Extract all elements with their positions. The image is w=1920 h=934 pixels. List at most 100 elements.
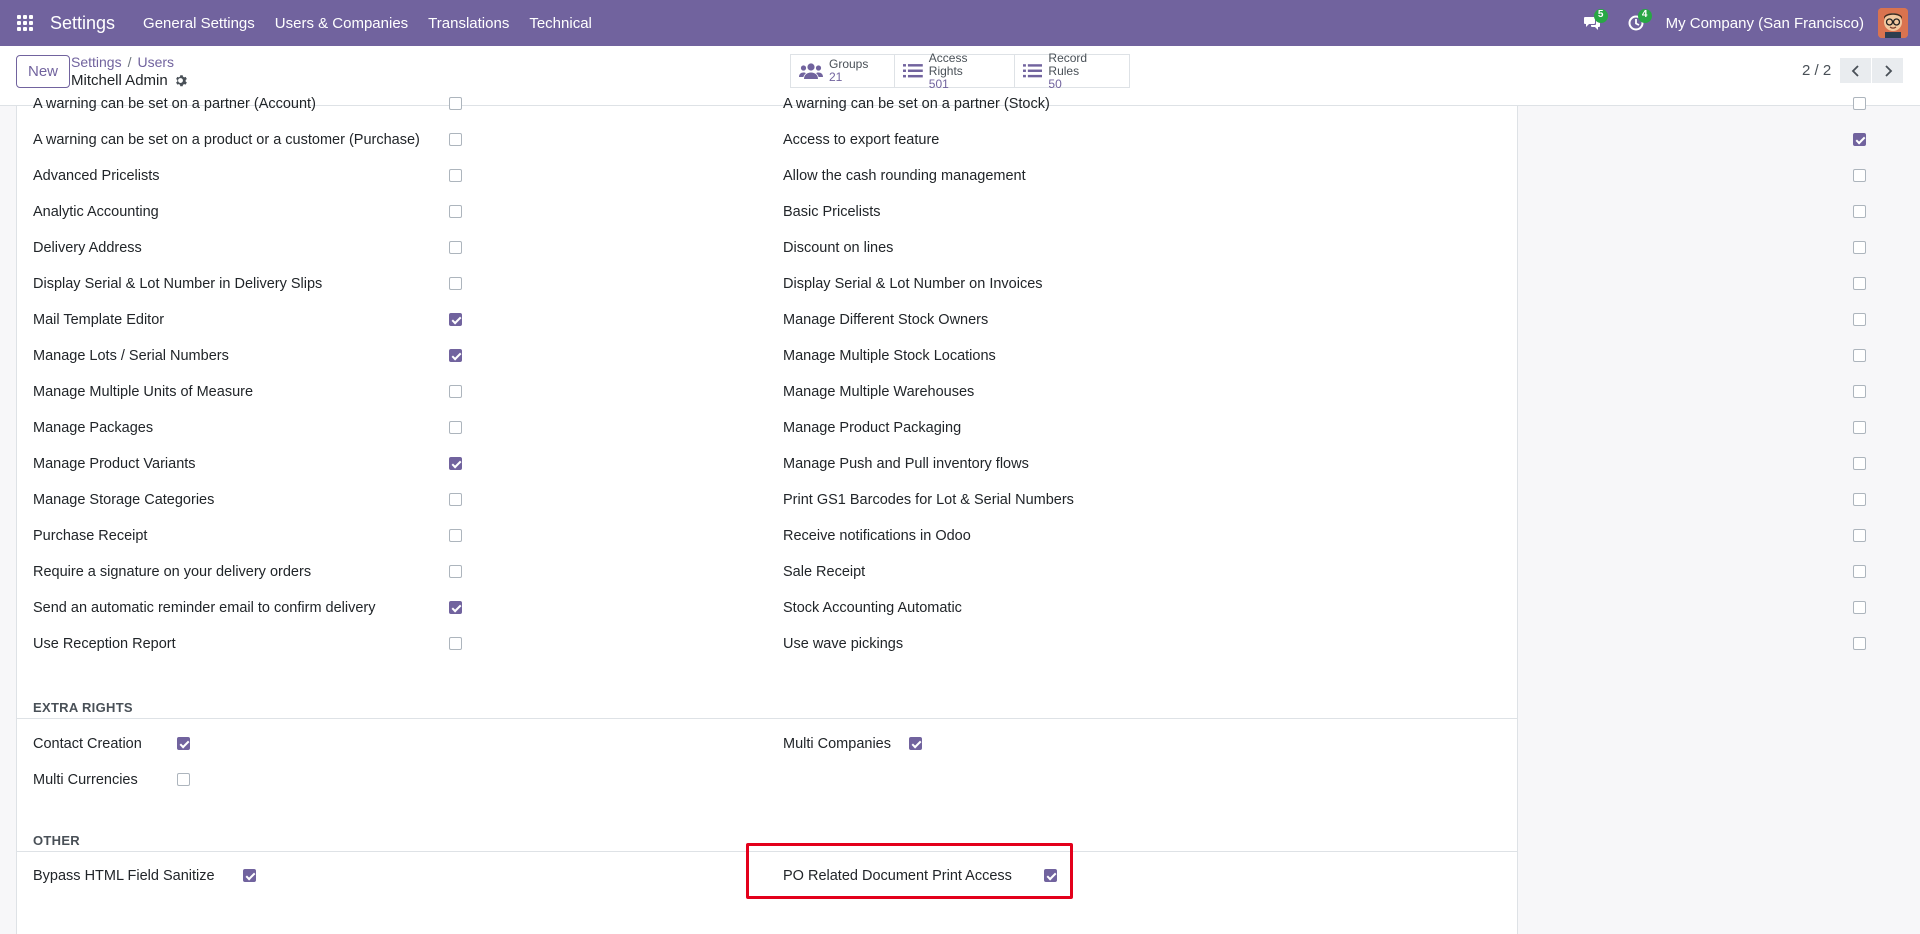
multi-currencies-row: Multi Currencies [33,762,233,798]
top-navbar: Settings General Settings Users & Compan… [0,0,1920,46]
user-avatar[interactable] [1878,8,1908,38]
pager: 2 / 2 [1802,58,1904,83]
access-right-checkbox[interactable] [449,97,462,110]
access-right-checkbox[interactable] [449,241,462,254]
access-right-checkbox[interactable] [1853,241,1866,254]
access-right-checkbox[interactable] [1853,565,1866,578]
messages-systray[interactable]: 5 [1570,0,1614,46]
access-right-checkbox[interactable] [1853,457,1866,470]
access-right-row: Mail Template Editor [33,302,469,338]
multi-currencies-checkbox[interactable] [177,773,190,786]
record-rules-smart-button[interactable]: Record Rules 50 [1015,51,1129,90]
access-right-row: Use Reception Report [33,626,469,662]
po-print-access-checkbox[interactable] [1044,869,1057,882]
access-right-label: Manage Product Packaging [783,420,962,436]
access-right-checkbox[interactable] [1853,313,1866,326]
access-right-checkbox[interactable] [449,565,462,578]
access-right-checkbox[interactable] [449,529,462,542]
po-print-access-label: PO Related Document Print Access [783,868,1012,884]
access-right-label: Stock Accounting Automatic [783,600,962,616]
contact-creation-checkbox[interactable] [177,737,190,750]
access-right-checkbox[interactable] [449,385,462,398]
access-right-row: Send an automatic reminder email to conf… [33,590,469,626]
menu-users-companies[interactable]: Users & Companies [265,0,418,46]
access-right-row: Manage Different Stock Owners [783,302,1873,338]
access-right-checkbox[interactable] [1853,349,1866,362]
breadcrumb: Settings / Users [71,54,174,70]
menu-technical[interactable]: Technical [519,0,602,46]
access-right-checkbox[interactable] [449,277,462,290]
access-right-checkbox[interactable] [449,601,462,614]
access-right-label: Basic Pricelists [783,204,881,220]
access-right-checkbox[interactable] [1853,97,1866,110]
access-right-checkbox[interactable] [1853,169,1866,182]
access-right-label: Manage Multiple Units of Measure [33,384,254,400]
access-right-label: Display Serial & Lot Number on Invoices [783,276,1043,292]
pager-previous-button[interactable] [1840,58,1872,83]
access-right-label: Require a signature on your delivery ord… [33,564,312,580]
pager-next-button[interactable] [1872,58,1904,83]
access-right-row: Sale Receipt [783,554,1873,590]
activity-systray[interactable]: 4 [1614,0,1658,46]
chevron-left-icon [1851,64,1859,77]
access-right-checkbox[interactable] [449,457,462,470]
access-right-label: Manage Multiple Stock Locations [783,348,996,364]
access-right-label: Manage Push and Pull inventory flows [783,456,1029,472]
access-right-row: Manage Packages [33,410,469,446]
access-right-checkbox[interactable] [449,637,462,650]
access-right-checkbox[interactable] [449,133,462,146]
groups-smart-button[interactable]: Groups 21 [791,55,895,87]
access-right-row: Stock Accounting Automatic [783,590,1873,626]
access-right-checkbox[interactable] [1853,601,1866,614]
access-right-row: A warning can be set on a partner (Stock… [783,86,1873,122]
access-right-checkbox[interactable] [1853,385,1866,398]
access-right-row: A warning can be set on a partner (Accou… [33,86,469,122]
groups-count: 21 [829,70,843,84]
multi-companies-row: Multi Companies [783,726,983,762]
access-right-checkbox[interactable] [1853,421,1866,434]
access-right-label: Use Reception Report [33,636,176,652]
access-right-row: Manage Multiple Warehouses [783,374,1873,410]
access-right-checkbox[interactable] [449,313,462,326]
access-right-row: Manage Lots / Serial Numbers [33,338,469,374]
access-right-row: Receive notifications in Odoo [783,518,1873,554]
access-right-checkbox[interactable] [1853,529,1866,542]
menu-translations[interactable]: Translations [418,0,519,46]
company-switcher[interactable]: My Company (San Francisco) [1666,15,1864,32]
access-right-checkbox[interactable] [449,205,462,218]
access-right-label: Display Serial & Lot Number in Delivery … [33,276,323,292]
access-right-checkbox[interactable] [449,493,462,506]
access-right-row: Advanced Pricelists [33,158,469,194]
access-right-row: Analytic Accounting [33,194,469,230]
users-icon [799,63,823,79]
bypass-html-checkbox[interactable] [243,869,256,882]
apps-menu-icon[interactable] [0,0,50,46]
pager-value[interactable]: 2 / 2 [1802,62,1831,79]
access-right-checkbox[interactable] [1853,637,1866,650]
access-right-checkbox[interactable] [449,169,462,182]
activity-badge: 4 [1637,9,1652,23]
access-right-checkbox[interactable] [1853,205,1866,218]
breadcrumb-settings[interactable]: Settings [71,54,122,70]
access-right-label: Access to export feature [783,132,940,148]
po-print-access-row: PO Related Document Print Access [783,858,1083,894]
contact-creation-row: Contact Creation [33,726,233,762]
access-right-row: Access to export feature [783,122,1873,158]
breadcrumb-users[interactable]: Users [137,54,174,70]
access-right-checkbox[interactable] [449,349,462,362]
menu-general-settings[interactable]: General Settings [133,0,265,46]
access-right-checkbox[interactable] [449,421,462,434]
access-right-checkbox[interactable] [1853,493,1866,506]
multi-companies-checkbox[interactable] [909,737,922,750]
app-brand[interactable]: Settings [50,13,115,34]
access-right-label: Manage Multiple Warehouses [783,384,975,400]
access-right-checkbox[interactable] [1853,277,1866,290]
access-right-label: Manage Packages [33,420,154,436]
contact-creation-label: Contact Creation [33,736,142,752]
access-right-row: A warning can be set on a product or a c… [33,122,469,158]
access-right-row: Manage Product Variants [33,446,469,482]
access-right-checkbox[interactable] [1853,133,1866,146]
access-right-label: Send an automatic reminder email to conf… [33,600,376,616]
new-button[interactable]: New [16,55,71,88]
access-rights-smart-button[interactable]: Access Rights 501 [895,51,1015,90]
